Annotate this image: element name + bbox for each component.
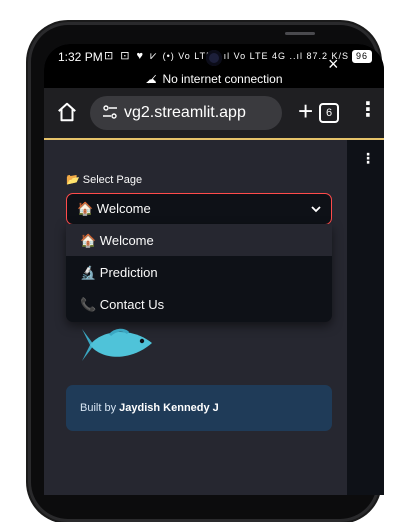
option-label: 🔬 Prediction [80,265,158,280]
address-bar[interactable]: vg2.streamlit.app [90,96,282,130]
page-select-value: 🏠 Welcome [77,201,151,216]
phone-screen: 1:32 PM ⊡ ⊡ ♥ ⩗ (•) Vo LTE ..ıl Vo LTE 4… [44,44,384,495]
home-icon[interactable] [56,101,78,123]
tab-switcher-button[interactable]: 6 [319,103,339,123]
built-by-text: Built by Jaydish Kennedy J [80,402,219,414]
page-select[interactable]: 🏠 Welcome [66,193,332,225]
front-camera [206,50,222,66]
battery-icon: 96 [351,50,372,63]
notification-icons: ⊡ ⊡ ♥ ⩗ [104,50,159,62]
site-settings-icon[interactable] [102,104,118,120]
option-label: 📞 Contact Us [80,297,165,312]
chevron-down-icon [311,206,321,213]
page-options-dropdown: 🏠 Welcome 🔬 Prediction 📞 Contact Us [66,224,332,322]
option-welcome[interactable]: 🏠 Welcome [66,224,332,256]
phone-speaker-slot [285,32,315,35]
main-content-area: ⋮ [347,140,384,495]
app-menu-button[interactable]: ⋮ [361,150,375,167]
browser-menu-button[interactable]: ⋮ [358,99,378,121]
option-contact-us[interactable]: 📞 Contact Us [66,288,332,320]
option-label: 🏠 Welcome [80,233,154,248]
author-name: Jaydish Kennedy J [119,402,219,414]
cloud-off-icon: ☁̸ [145,74,157,86]
built-by-prefix: Built by [80,402,120,414]
offline-text: No internet connection [162,72,283,86]
network-indicators: (•) Vo LTE ..ıl Vo LTE 4G ..ıl 87.2 K/S 9… [163,50,372,63]
url-text: vg2.streamlit.app [124,104,246,121]
network-text: (•) Vo LTE ..ıl Vo LTE 4G ..ıl 87.2 K/S [162,51,349,61]
option-prediction[interactable]: 🔬 Prediction [66,256,332,288]
status-time: 1:32 PM [58,50,103,64]
new-tab-button[interactable]: + [298,97,313,125]
browser-toolbar: vg2.streamlit.app + 6 ⋮ [44,88,384,140]
select-page-label: 📂 Select Page [66,174,143,186]
fish-logo-image [82,328,152,361]
built-by-info-box: Built by Jaydish Kennedy J [66,385,332,431]
close-sidebar-button[interactable]: × [328,54,339,75]
